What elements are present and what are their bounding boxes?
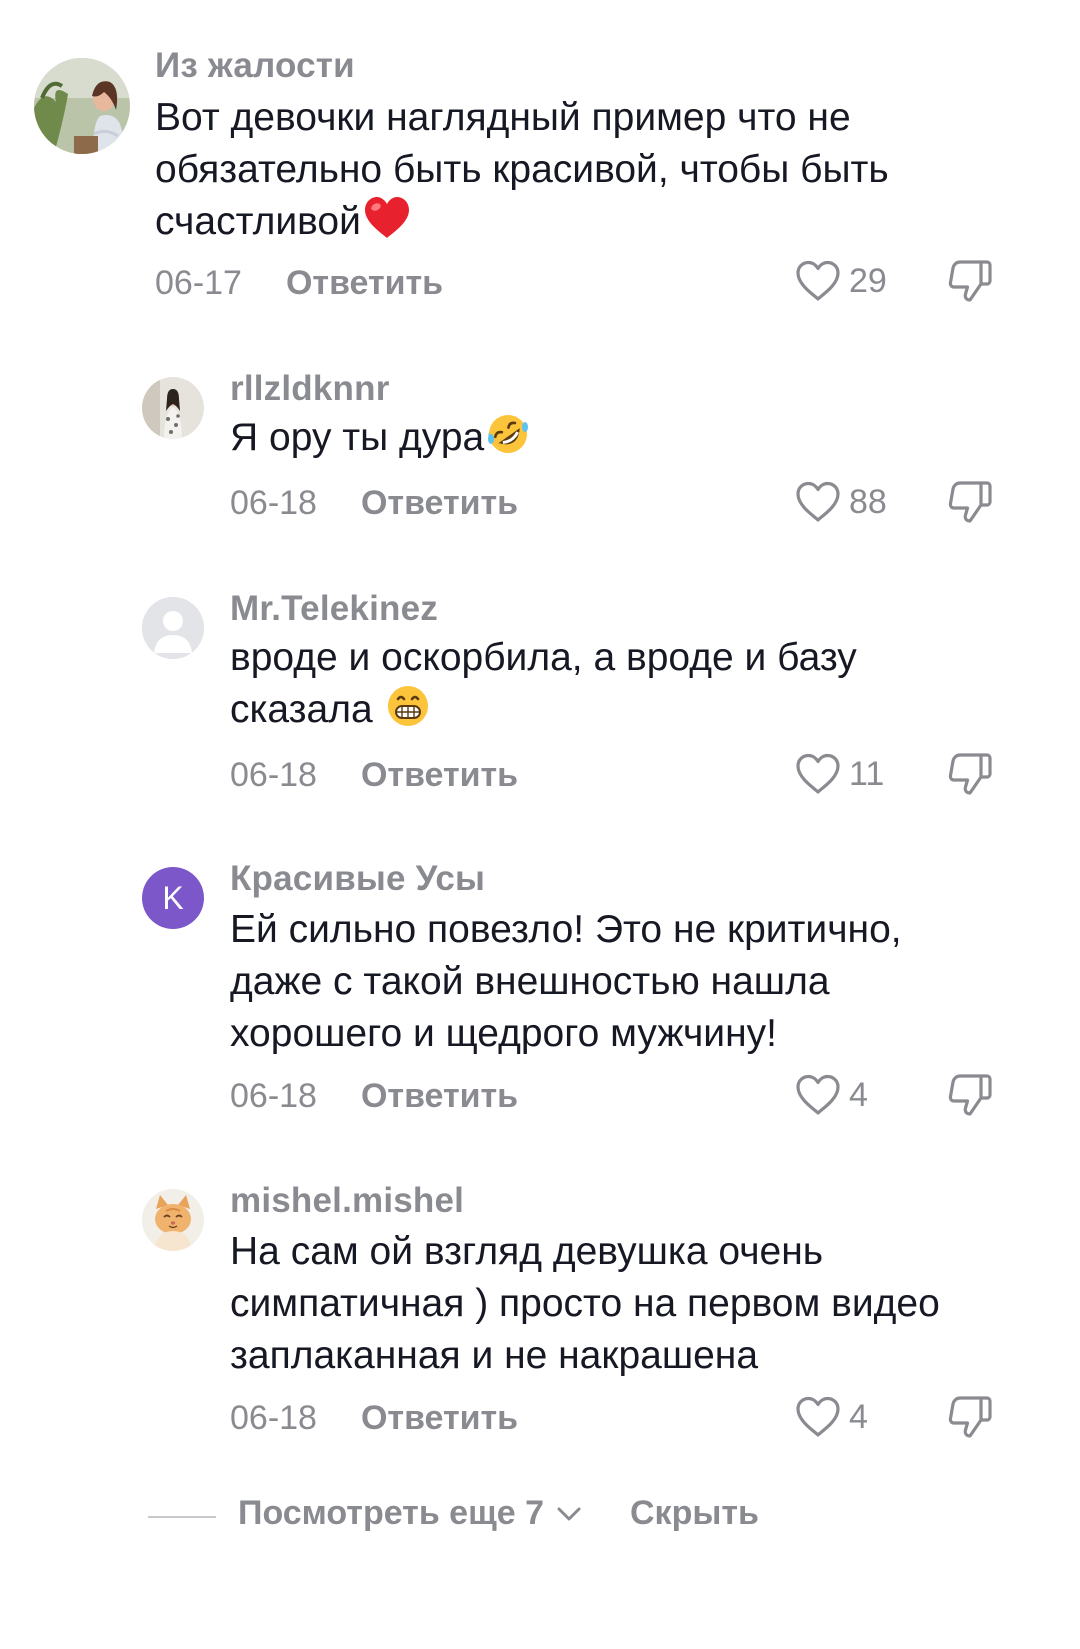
view-more-replies-button[interactable]: Посмотреть еще 7 (238, 1494, 584, 1533)
dislike-button[interactable] (945, 749, 995, 799)
avatar[interactable] (34, 58, 130, 154)
comment-username[interactable]: mishel.mishel (230, 1181, 464, 1221)
reply-button[interactable]: Ответить (361, 1077, 518, 1116)
comment-date: 06-18 (230, 1398, 317, 1437)
avatar-photo (142, 1189, 204, 1251)
dislike-button[interactable] (945, 1392, 995, 1442)
reply-button[interactable]: Ответить (361, 1399, 518, 1438)
thumbs-down-icon (948, 481, 992, 523)
reply-button[interactable]: Ответить (286, 264, 443, 303)
heart-outline-icon (796, 1396, 840, 1437)
red-heart-emoji-icon (364, 197, 409, 238)
comment-username[interactable]: Mr.Telekinez (230, 589, 438, 629)
comment-text-line: На сам ой взгляд девушка очень (230, 1230, 824, 1273)
comment-meta: 06-18 Ответить (230, 750, 518, 800)
like-button[interactable]: 88 (795, 477, 887, 527)
comment-text-line: обязательно быть красивой, чтобы быть (155, 148, 889, 191)
comment-text-line: Я ору ты дура (230, 412, 530, 464)
comment-text-line: симпатичная ) просто на первом видео (230, 1282, 940, 1325)
heart-outline-icon (796, 260, 840, 301)
heart-outline-icon (796, 1074, 840, 1115)
comment-text: На сам ой взгляд девушка очень симпатичн… (230, 1226, 940, 1382)
like-count: 88 (849, 482, 887, 521)
comment-date: 06-18 (230, 483, 317, 522)
default-user-icon (142, 597, 204, 659)
comment-username[interactable]: Красивые Усы (230, 859, 485, 899)
divider-line (148, 1516, 216, 1518)
like-count: 11 (849, 754, 885, 793)
like-button[interactable]: 4 (795, 1392, 868, 1442)
comment-item: mishel.mishel На сам ой взгляд девушка о… (0, 1172, 1080, 1462)
like-count: 29 (849, 261, 887, 300)
avatar[interactable] (142, 377, 204, 439)
reply-button[interactable]: Ответить (361, 756, 518, 795)
comment-date: 06-17 (155, 263, 242, 302)
replies-footer: Посмотреть еще 7 Скрыть (0, 1490, 1080, 1544)
comment-text: Ей сильно повезло! Это не критично, даже… (230, 904, 902, 1060)
comment-text-line-text: Я ору ты дура (230, 416, 485, 459)
comment-text-line: счастливой (155, 196, 889, 248)
avatar-letter: K (162, 879, 184, 916)
dislike-button[interactable] (945, 256, 995, 306)
comment-meta: 06-18 Ответить (230, 1393, 518, 1443)
like-button[interactable]: 4 (795, 1070, 868, 1120)
comment-item: K Красивые Усы Ей сильно повезло! Это не… (0, 850, 1080, 1130)
like-button[interactable]: 11 (795, 749, 884, 799)
avatar[interactable]: K (142, 867, 204, 929)
comment-meta: 06-18 Ответить (230, 1071, 518, 1121)
comment-item: Mr.Telekinez вроде и оскорбила, а вроде … (0, 580, 1080, 810)
chevron-down-icon (557, 1507, 581, 1520)
view-more-label: Посмотреть еще 7 (238, 1494, 545, 1532)
comment-text-line-text: сказала (230, 688, 384, 731)
thumbs-down-icon (948, 260, 992, 302)
comment-meta: 06-18 Ответить (230, 478, 518, 528)
comment-date: 06-18 (230, 755, 317, 794)
reply-button[interactable]: Ответить (361, 484, 518, 523)
comment-text: Я ору ты дура (230, 412, 530, 464)
comment-username[interactable]: rllzldknnr (230, 369, 390, 409)
comment-text-line: хорошего и щедрого мужчину! (230, 1012, 777, 1055)
avatar-photo (142, 377, 204, 439)
comment-text-line: Ей сильно повезло! Это не критично, (230, 908, 902, 951)
comment-item: Из жалости Вот девочки наглядный пример … (0, 0, 1080, 330)
like-button[interactable]: 29 (795, 256, 887, 306)
heart-outline-icon (796, 753, 840, 794)
comment-text-line-text: счастливой (155, 200, 361, 243)
hide-replies-button[interactable]: Скрыть (630, 1494, 759, 1533)
thumbs-down-icon (948, 1074, 992, 1116)
grinning-face-emoji-icon (387, 686, 428, 726)
avatar-photo (34, 58, 130, 154)
comment-text-line: Вот девочки наглядный пример что не (155, 96, 851, 139)
comment-username[interactable]: Из жалости (155, 46, 355, 86)
avatar[interactable] (142, 1189, 204, 1251)
comment-text-line: заплаканная и не накрашена (230, 1334, 759, 1377)
comment-item: rllzldknnr Я ору ты дура 06-18 Ответить … (0, 360, 1080, 540)
thumbs-down-icon (948, 753, 992, 795)
comment-text: Вот девочки наглядный пример что не обяз… (155, 92, 889, 248)
like-count: 4 (849, 1075, 868, 1114)
comment-text: вроде и оскорбила, а вроде и базу сказал… (230, 632, 857, 736)
thumbs-down-icon (948, 1396, 992, 1438)
like-count: 4 (849, 1397, 868, 1436)
comment-meta: 06-17 Ответить (155, 258, 443, 308)
comment-text-line: вроде и оскорбила, а вроде и базу (230, 636, 857, 679)
avatar[interactable] (142, 597, 204, 659)
heart-outline-icon (796, 481, 840, 522)
comment-date: 06-18 (230, 1076, 317, 1115)
comment-text-line: даже с такой внешностью нашла (230, 960, 830, 1003)
rolling-on-floor-laughing-emoji-icon (488, 415, 529, 453)
comment-text-line: сказала (230, 684, 857, 736)
dislike-button[interactable] (945, 477, 995, 527)
dislike-button[interactable] (945, 1070, 995, 1120)
